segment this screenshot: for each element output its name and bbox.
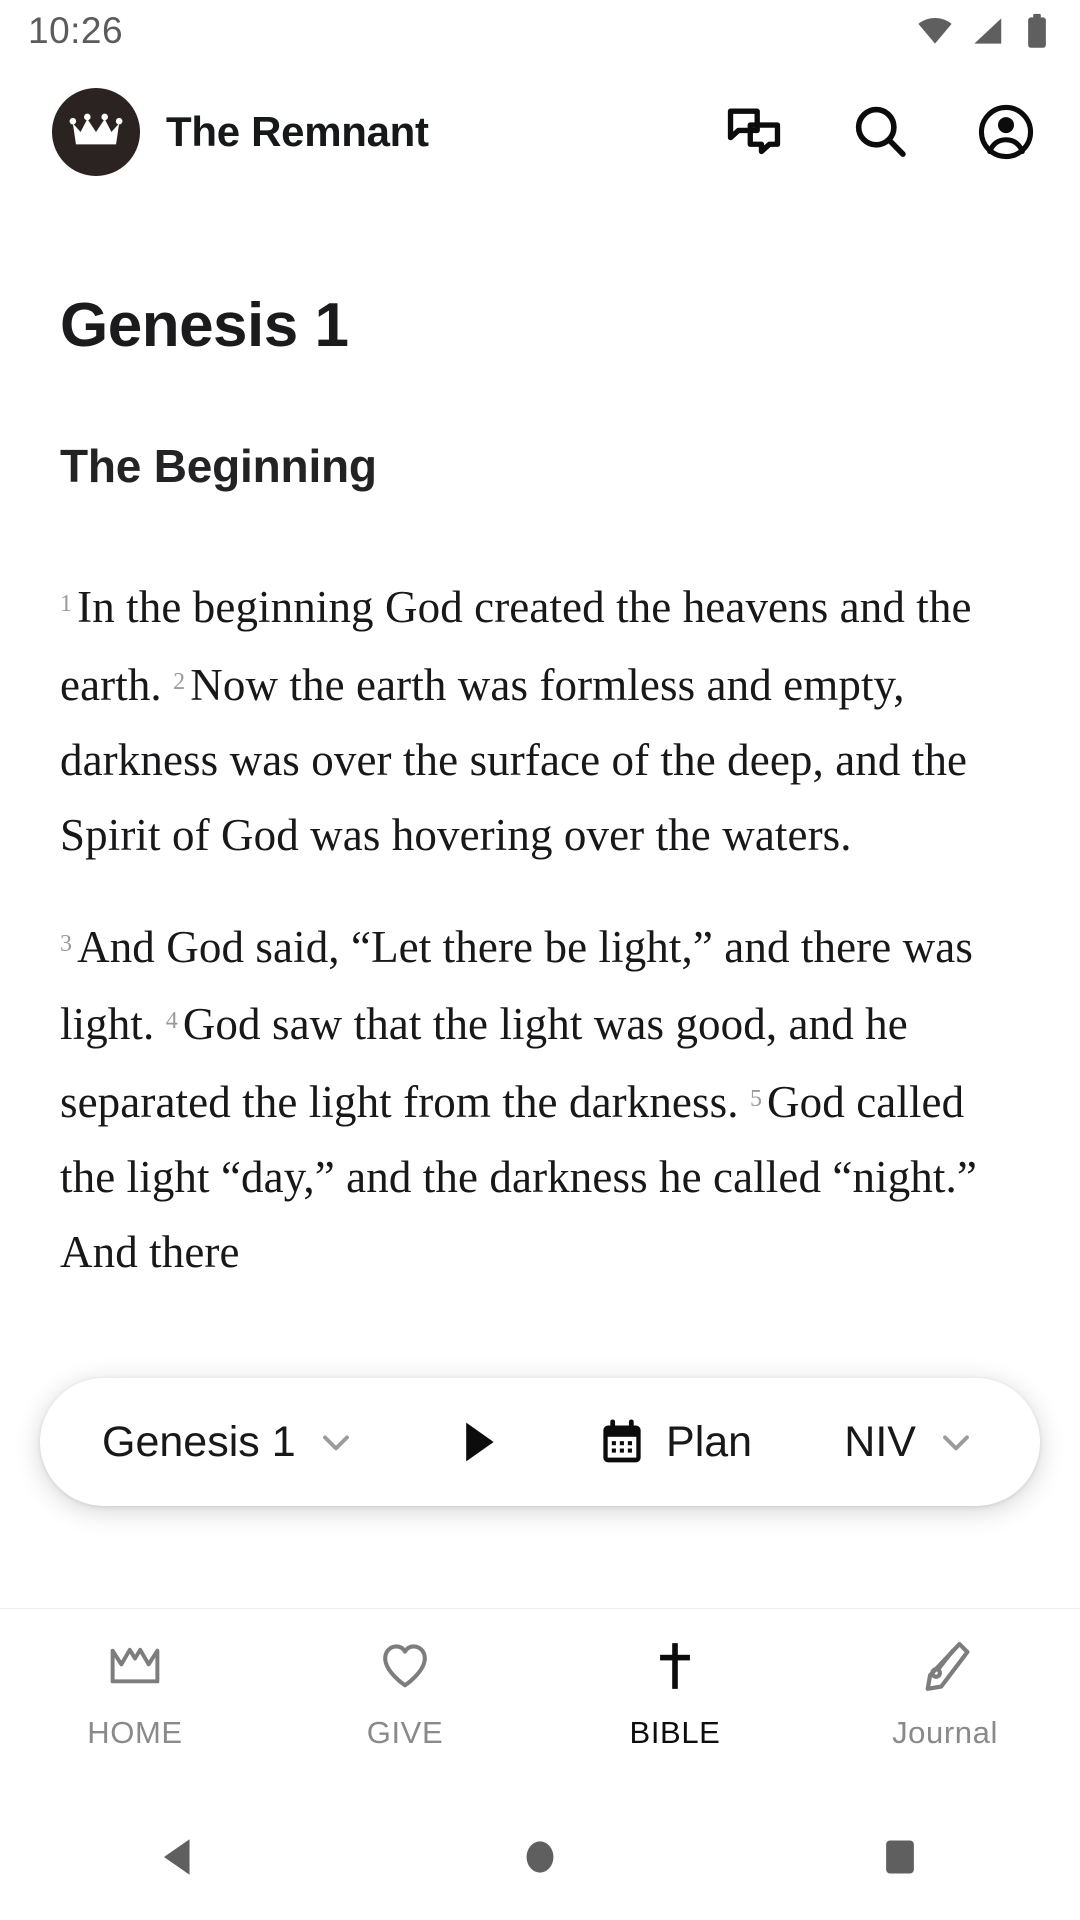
app-header-actions [722,100,1044,164]
app-header: The Remnant [0,86,1080,178]
brand[interactable]: The Remnant [52,88,429,176]
wifi-icon [918,18,952,44]
circle-home-icon [526,1841,554,1873]
crown-icon [106,1635,164,1697]
status-bar: 10:26 [0,0,1080,62]
chapter-selector[interactable]: Genesis 1 [102,1418,358,1467]
tab-home-label: HOME [87,1715,183,1750]
triangle-back-icon [163,1839,190,1875]
verse-text[interactable]: Now the earth was formless and empty, da… [60,660,967,860]
bottom-navigation: HOME GIVE BIBLE Journal [0,1608,1080,1794]
account-icon[interactable] [974,100,1038,164]
section-heading: The Beginning [60,440,377,492]
play-audio-button[interactable] [450,1415,504,1469]
version-selector[interactable]: NIV [844,1418,978,1467]
cellular-signal-icon [974,18,1002,44]
app-screen: 10:26 The Remnant Genesis 1 The Beginnin… [0,0,1080,1920]
verse-number: 1 [60,591,73,617]
chapter-selector-label: Genesis 1 [102,1417,296,1466]
verse-number: 2 [173,668,186,695]
status-time: 10:26 [28,10,124,51]
crown-logo-icon [52,88,140,176]
play-icon [466,1422,494,1462]
back-button[interactable] [0,1831,360,1883]
tab-journal[interactable]: Journal [810,1609,1080,1751]
calendar-icon [603,1419,641,1463]
heart-icon [377,1635,433,1697]
plan-label: Plan [666,1417,753,1466]
verse-paragraph[interactable]: 3 And God said, “Let there be light,” and… [60,907,1020,1290]
brand-name: The Remnant [166,108,429,155]
verse-paragraph[interactable]: 1 In the beginning God created the heaven… [60,567,1020,873]
reader-toolbar: Genesis 1 Plan NIV [40,1378,1040,1506]
square-recents-icon [886,1840,914,1874]
chevron-down-icon [322,1435,349,1451]
tab-give[interactable]: GIVE [270,1609,540,1751]
home-button[interactable] [360,1831,720,1883]
battery-icon [1028,13,1046,48]
cross-icon [647,1635,703,1697]
tab-bible-label: BIBLE [629,1715,721,1750]
verse-number: 4 [165,1008,178,1035]
verse-number: 3 [60,930,73,957]
verse-body[interactable]: 1 In the beginning God created the heaven… [60,567,1020,1290]
page-title: Genesis 1 [60,291,349,360]
recents-button[interactable] [720,1831,1080,1883]
verse-number: 5 [749,1086,763,1113]
version-selector-label: NIV [844,1417,916,1466]
pen-nib-icon [917,1635,973,1697]
chat-icon[interactable] [722,100,786,164]
tab-journal-label: Journal [892,1715,998,1750]
status-icons [916,12,1054,50]
android-navigation-bar [0,1794,1080,1920]
plan-button[interactable]: Plan [596,1416,752,1468]
tab-bible[interactable]: BIBLE [540,1609,810,1751]
tab-give-label: GIVE [366,1715,444,1750]
chevron-down-icon [943,1435,969,1451]
search-icon[interactable] [848,100,912,164]
tab-home[interactable]: HOME [0,1609,270,1751]
